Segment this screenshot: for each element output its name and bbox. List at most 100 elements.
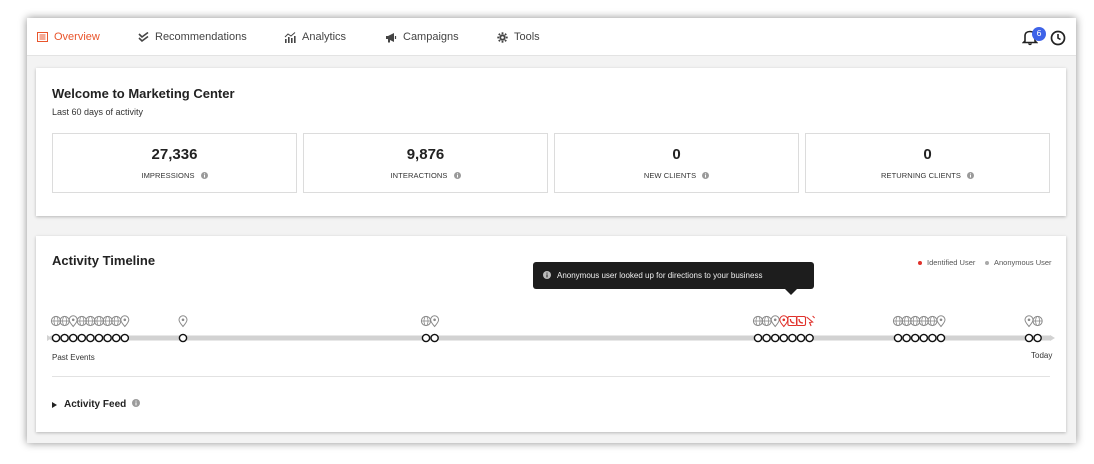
stat-new-clients: 0 NEW CLIENTS bbox=[554, 133, 799, 193]
welcome-title: Welcome to Marketing Center bbox=[52, 86, 235, 101]
legend-dot-anonymous bbox=[985, 260, 989, 265]
gear-icon bbox=[496, 31, 508, 43]
legend-label: Identified User bbox=[927, 258, 976, 267]
today-label: Today bbox=[1031, 351, 1053, 360]
stat-value: 0 bbox=[672, 146, 681, 163]
event-tooltip: Anonymous user looked up for directions … bbox=[533, 262, 814, 289]
stat-impressions: 27,336 IMPRESSIONS bbox=[52, 133, 297, 193]
timeline-event-node[interactable] bbox=[430, 333, 439, 343]
globe-icon[interactable] bbox=[85, 315, 96, 327]
timeline-event-node[interactable] bbox=[902, 333, 911, 343]
globe-icon[interactable] bbox=[102, 315, 113, 327]
activity-timeline-card: Activity Timeline Identified User Anonym… bbox=[36, 236, 1066, 432]
map-pin-icon[interactable] bbox=[178, 315, 188, 328]
timeline-event-node[interactable] bbox=[788, 333, 797, 343]
click-icon[interactable] bbox=[806, 315, 815, 327]
timeline-event-node[interactable] bbox=[178, 333, 188, 343]
globe-icon[interactable] bbox=[918, 315, 929, 327]
info-icon[interactable] bbox=[702, 172, 710, 181]
timeline-event-node[interactable] bbox=[1024, 333, 1034, 343]
timeline-event-node[interactable] bbox=[893, 333, 903, 343]
stat-value: 9,876 bbox=[406, 146, 445, 163]
phone-icon[interactable] bbox=[795, 315, 807, 327]
globe-icon[interactable] bbox=[59, 315, 70, 327]
timeline-event-node[interactable] bbox=[779, 333, 789, 343]
globe-icon[interactable] bbox=[111, 315, 122, 327]
stat-label: RETURNING CLIENTS bbox=[880, 171, 962, 180]
clock-icon[interactable] bbox=[1050, 30, 1066, 46]
info-icon[interactable] bbox=[132, 399, 141, 410]
timeline-event-node[interactable] bbox=[120, 333, 130, 343]
globe-icon[interactable] bbox=[892, 315, 904, 327]
tab-recommendations[interactable]: Recommendations bbox=[137, 18, 247, 56]
globe-icon[interactable] bbox=[420, 315, 432, 327]
timeline-event-node[interactable] bbox=[753, 333, 763, 343]
megaphone-icon bbox=[385, 31, 397, 43]
app-window: Overview Recommendations Analytics Campa… bbox=[27, 18, 1076, 443]
globe-icon[interactable] bbox=[910, 315, 921, 327]
timeline-event-node[interactable] bbox=[77, 333, 87, 343]
activity-feed-toggle[interactable]: Activity Feed bbox=[52, 399, 141, 410]
timeline-event-node[interactable] bbox=[910, 333, 920, 343]
map-pin-icon[interactable] bbox=[430, 315, 440, 328]
timeline-event-node[interactable] bbox=[919, 333, 929, 343]
map-pin-icon[interactable] bbox=[120, 315, 130, 328]
timeline-event-node[interactable] bbox=[60, 333, 69, 343]
info-icon[interactable] bbox=[453, 172, 461, 181]
map-pin-icon[interactable] bbox=[68, 315, 78, 328]
globe-icon[interactable] bbox=[1032, 315, 1043, 327]
globe-icon[interactable] bbox=[752, 315, 764, 327]
info-icon[interactable] bbox=[967, 172, 975, 181]
info-icon[interactable] bbox=[200, 172, 208, 181]
timeline-event-node[interactable] bbox=[805, 333, 814, 343]
past-events-label: Past Events bbox=[52, 353, 95, 362]
stat-label: NEW CLIENTS bbox=[643, 171, 697, 180]
map-pin-icon[interactable] bbox=[779, 315, 789, 328]
tab-overview[interactable]: Overview bbox=[36, 18, 100, 56]
timeline-track bbox=[47, 315, 1055, 343]
stat-returning-clients: 0 RETURNING CLIENTS bbox=[805, 133, 1050, 193]
legend-anonymous: Anonymous User bbox=[985, 258, 1052, 267]
map-pin-icon[interactable] bbox=[770, 315, 780, 328]
legend-identified: Identified User bbox=[918, 258, 975, 267]
globe-icon[interactable] bbox=[93, 315, 105, 327]
tab-label: Analytics bbox=[302, 31, 347, 43]
divider bbox=[52, 376, 1050, 377]
timeline-event-node[interactable] bbox=[86, 333, 95, 343]
timeline-event-node[interactable] bbox=[770, 333, 780, 343]
analytics-chart-icon bbox=[284, 31, 296, 43]
legend-dot-identified bbox=[918, 260, 922, 265]
globe-icon[interactable] bbox=[50, 315, 62, 327]
timeline-event-node[interactable] bbox=[68, 333, 78, 343]
notification-count-badge: 6 bbox=[1032, 27, 1046, 41]
tooltip-text: Anonymous user looked up for directions … bbox=[557, 271, 763, 280]
globe-icon[interactable] bbox=[901, 315, 912, 327]
phone-icon[interactable] bbox=[787, 315, 798, 327]
timeline-event-node[interactable] bbox=[421, 333, 431, 343]
timeline-event-node[interactable] bbox=[94, 333, 104, 343]
stat-interactions: 9,876 INTERACTIONS bbox=[303, 133, 548, 193]
tab-campaigns[interactable]: Campaigns bbox=[385, 18, 459, 56]
timeline-event-node[interactable] bbox=[796, 333, 806, 343]
globe-icon[interactable] bbox=[761, 315, 772, 327]
timeline-event-node[interactable] bbox=[111, 333, 121, 343]
globe-icon[interactable] bbox=[76, 315, 87, 327]
timeline-title: Activity Timeline bbox=[52, 253, 156, 268]
check-double-icon bbox=[137, 31, 149, 43]
timeline-event-node[interactable] bbox=[103, 333, 112, 343]
timeline-event-node[interactable] bbox=[936, 333, 946, 343]
stat-value: 27,336 bbox=[151, 146, 198, 163]
tab-analytics[interactable]: Analytics bbox=[284, 18, 346, 56]
map-pin-icon[interactable] bbox=[1024, 315, 1034, 328]
timeline-event-node[interactable] bbox=[762, 333, 771, 343]
timeline-event-node[interactable] bbox=[928, 333, 937, 343]
timeline-event-node[interactable] bbox=[51, 333, 61, 343]
tab-label: Campaigns bbox=[403, 31, 459, 43]
tab-label: Overview bbox=[54, 31, 100, 43]
map-pin-icon[interactable] bbox=[936, 315, 946, 328]
top-navigation: Overview Recommendations Analytics Campa… bbox=[27, 18, 1076, 56]
tab-tools[interactable]: Tools bbox=[496, 18, 540, 56]
timeline-event-node[interactable] bbox=[1033, 333, 1042, 343]
welcome-subtitle: Last 60 days of activity bbox=[52, 107, 144, 117]
globe-icon[interactable] bbox=[927, 315, 938, 327]
